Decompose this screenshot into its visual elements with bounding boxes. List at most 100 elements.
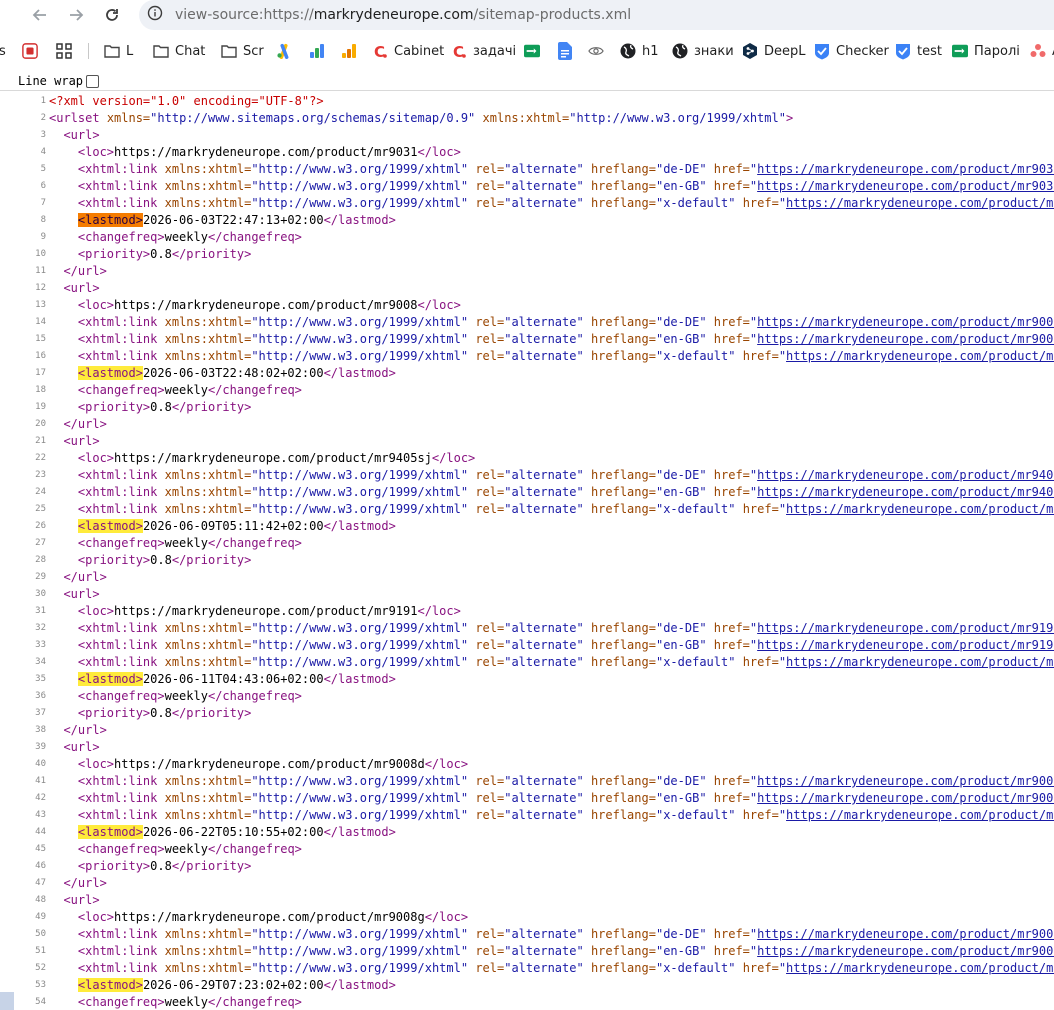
line-number: 41	[35, 776, 46, 786]
bookmark-test[interactable]: test	[895, 40, 942, 62]
href-link[interactable]: https://markrydeneurope.com/product/mr9	[786, 961, 1054, 975]
source-line: 11 </url>	[0, 263, 1054, 280]
line-content: <xhtml:link xmlns:xhtml="http://www.w3.o…	[49, 161, 1054, 178]
source-line: 31 <loc>https://markrydeneurope.com/prod…	[0, 603, 1054, 620]
href-link[interactable]: https://markrydeneurope.com/product/mr91…	[757, 621, 1054, 635]
href-link[interactable]: https://markrydeneurope.com/product/mr91…	[757, 638, 1054, 652]
href-link[interactable]: https://markrydeneurope.com/product/mr90…	[757, 774, 1054, 788]
bookmark-record[interactable]	[22, 40, 44, 62]
search-highlight: <lastmod>	[77, 978, 143, 992]
href-link[interactable]: https://markrydeneurope.com/product/mr9	[786, 502, 1054, 516]
source-line: 43 <xhtml:link xmlns:xhtml="http://www.w…	[0, 807, 1054, 824]
bookmark-h1[interactable]: h1	[620, 40, 659, 62]
bookmark-apps[interactable]	[56, 40, 78, 62]
href-link[interactable]: https://markrydeneurope.com/product/mr90…	[757, 791, 1054, 805]
line-content: <urlset xmlns="http://www.sitemaps.org/s…	[49, 111, 794, 125]
forward-button[interactable]	[60, 0, 92, 30]
line-content: <xhtml:link xmlns:xhtml="http://www.w3.o…	[49, 484, 1054, 501]
line-content: <xhtml:link xmlns:xhtml="http://www.w3.o…	[49, 960, 1054, 977]
bookmark-signs[interactable]: знаки	[672, 40, 734, 62]
line-number: 29	[35, 572, 46, 582]
bookmark-cabinet[interactable]: C Cabinet	[372, 40, 444, 62]
source-line: 44 <lastmod>2026-06-22T05:10:55+02:00</l…	[0, 824, 1054, 841]
bookmarks-bar: s L Chat Scr C Cabinet C задачі h1 знаки…	[0, 38, 1054, 64]
href-link[interactable]: https://markrydeneurope.com/product/mr94…	[757, 485, 1054, 499]
folder-icon	[221, 43, 237, 59]
href-link[interactable]: https://markrydeneurope.com/product/mr90…	[757, 332, 1054, 346]
line-number: 48	[35, 895, 46, 905]
bookmark-label: test	[917, 43, 942, 59]
bookmark-sheets[interactable]	[524, 40, 546, 62]
line-content: <loc>https://markrydeneurope.com/product…	[77, 757, 469, 771]
line-number: 44	[35, 827, 46, 837]
line-number: 50	[35, 929, 46, 939]
url-domain: markrydeneurope.com	[313, 7, 474, 23]
source-line: 33 <xhtml:link xmlns:xhtml="http://www.w…	[0, 637, 1054, 654]
source-line: 12 <url>	[0, 280, 1054, 297]
line-content: <url>	[63, 893, 100, 907]
deepl-icon	[742, 43, 758, 59]
source-line: 5 <xhtml:link xmlns:xhtml="http://www.w3…	[0, 161, 1054, 178]
line-number: 37	[35, 708, 46, 718]
bookmark-docs[interactable]	[557, 40, 579, 62]
href-link[interactable]: https://markrydeneurope.com/product/mr90…	[757, 315, 1054, 329]
bookmark-deepl[interactable]: DeepL	[742, 40, 806, 62]
line-number: 47	[35, 878, 46, 888]
bookmark-folder-chat[interactable]: Chat	[153, 40, 205, 62]
bookmark-asana[interactable]: A	[1030, 40, 1054, 62]
reload-icon	[104, 7, 120, 23]
line-content: <lastmod>2026-06-03T22:47:13+02:00</last…	[77, 213, 396, 227]
source-line: 37 <priority>0.8</priority>	[0, 705, 1054, 722]
url-text[interactable]: view-source:https://markrydeneurope.com/…	[175, 7, 631, 23]
search-highlight: <lastmod>	[77, 366, 143, 380]
site-info-button[interactable]	[145, 5, 165, 25]
asana-icon	[1030, 43, 1046, 59]
line-number: 16	[35, 351, 46, 361]
bookmark-folder-scr[interactable]: Scr	[221, 40, 264, 62]
line-number: 15	[35, 334, 46, 344]
href-link[interactable]: https://markrydeneurope.com/product/mr90…	[757, 179, 1054, 193]
bookmark-eye[interactable]	[588, 40, 610, 62]
href-link[interactable]: https://markrydeneurope.com/product/mr9	[786, 196, 1054, 210]
line-number: 23	[35, 470, 46, 480]
line-content: <xhtml:link xmlns:xhtml="http://www.w3.o…	[49, 501, 1054, 518]
line-content: <changefreq>weekly</changefreq>	[77, 383, 302, 397]
address-bar[interactable]: view-source:https://markrydeneurope.com/…	[139, 0, 1054, 30]
bookmark-folder-l[interactable]: L	[104, 40, 133, 62]
bookmark-label: Chat	[175, 43, 206, 59]
bookmark-analytics-2[interactable]	[341, 40, 363, 62]
reload-button[interactable]	[96, 0, 128, 30]
source-line: 42 <xhtml:link xmlns:xhtml="http://www.w…	[0, 790, 1054, 807]
bookmark-passwords[interactable]: Паролі	[952, 40, 1020, 62]
line-number: 12	[35, 283, 46, 293]
bookmark-s[interactable]: s	[0, 40, 6, 62]
line-content: <url>	[63, 128, 100, 142]
line-number: 32	[35, 623, 46, 633]
source-line: 38 </url>	[0, 722, 1054, 739]
bookmark-checker[interactable]: Checker	[814, 40, 889, 62]
href-link[interactable]: https://markrydeneurope.com/product/mr94…	[757, 468, 1054, 482]
line-content: <priority>0.8</priority>	[77, 247, 252, 261]
href-link[interactable]: https://markrydeneurope.com/product/mr9	[786, 349, 1054, 363]
bookmark-tasks[interactable]: C задачі	[451, 40, 516, 62]
line-number: 38	[35, 725, 46, 735]
source-line: 40 <loc>https://markrydeneurope.com/prod…	[0, 756, 1054, 773]
source-line: 32 <xhtml:link xmlns:xhtml="http://www.w…	[0, 620, 1054, 637]
bookmark-analytics-1[interactable]	[309, 40, 331, 62]
line-content: <url>	[63, 281, 100, 295]
bookmark-google-ads[interactable]	[276, 40, 298, 62]
href-link[interactable]: https://markrydeneurope.com/product/mr90…	[757, 162, 1054, 176]
href-link[interactable]: https://markrydeneurope.com/product/mr9	[786, 808, 1054, 822]
line-content: </url>	[63, 876, 107, 890]
line-number: 2	[40, 113, 46, 123]
source-line: 41 <xhtml:link xmlns:xhtml="http://www.w…	[0, 773, 1054, 790]
href-link[interactable]: https://markrydeneurope.com/product/mr9	[786, 655, 1054, 669]
line-number: 11	[35, 266, 46, 276]
line-number: 51	[35, 946, 46, 956]
href-link[interactable]: https://markrydeneurope.com/product/mr90…	[757, 944, 1054, 958]
source-line: 17 <lastmod>2026-06-03T22:48:02+02:00</l…	[0, 365, 1054, 382]
back-button[interactable]	[24, 0, 56, 30]
line-content: <loc>https://markrydeneurope.com/product…	[77, 298, 461, 312]
href-link[interactable]: https://markrydeneurope.com/product/mr90…	[757, 927, 1054, 941]
line-wrap-checkbox[interactable]	[86, 75, 99, 88]
